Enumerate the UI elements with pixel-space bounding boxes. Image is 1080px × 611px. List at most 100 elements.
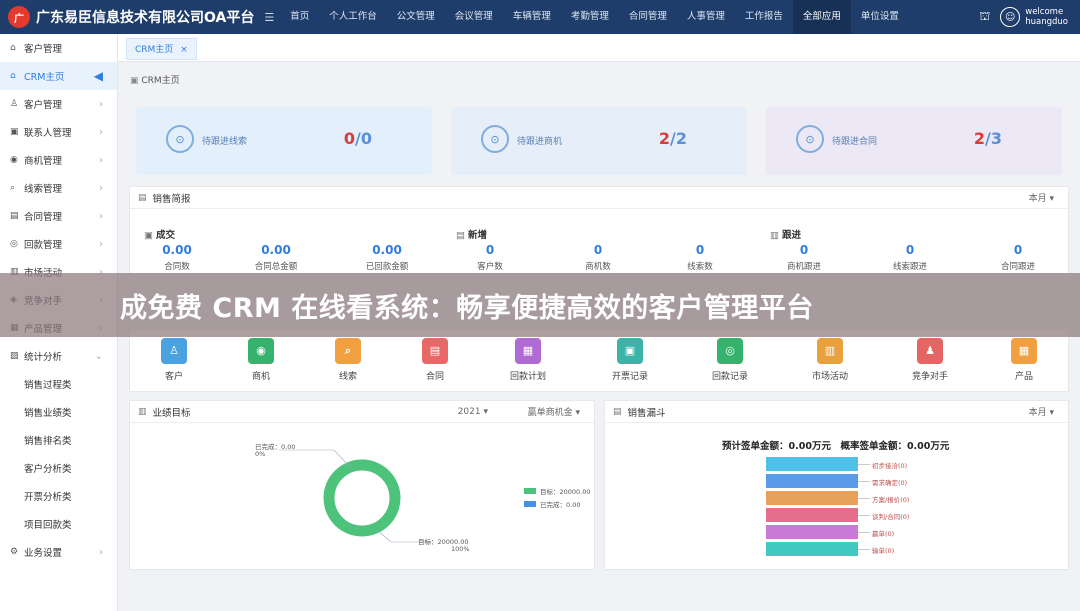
group-icon: ▣ [144,230,156,241]
brief-metric: 0 合同跟进 [968,243,1068,272]
quick-icon: ▥ [817,338,843,364]
brief-metric: 0 商机数 [548,243,648,272]
funnel-period-dropdown[interactable]: 本月 ▾ [1029,405,1054,418]
target-type-dropdown[interactable]: 赢单商机金 ▾ [528,405,580,418]
nav-item[interactable]: 工作报告 [735,0,793,34]
metric-label: 已回款金额 [365,262,409,272]
legend-target: 目标：20000.00 [524,486,591,496]
target-ring-chart [279,449,434,543]
nav-item[interactable]: 人事管理 [677,0,735,34]
chevron-right-icon: › [99,154,103,166]
quick-item[interactable]: ▦ 产品 [994,338,1054,382]
funnel-bar [766,508,858,522]
funnel-stage-label: 赢单(0) [872,530,895,538]
sidebar-item[interactable]: ▨ 统计分析 ⌄ [0,342,117,370]
stat-value-a: 2 [973,129,986,148]
sidebar-item[interactable]: ▣ 联系人管理 › [0,118,117,146]
sidebar-item[interactable]: 项目回款类 [0,510,117,538]
funnel-stage-label: 输单(0) [872,547,895,555]
nav-item[interactable]: 单位设置 [851,0,909,34]
quick-item[interactable]: ⌕ 线索 [318,338,378,382]
funnel-icon: ▤ [613,406,622,417]
sidebar-item[interactable]: 客户分析类 [0,454,117,482]
clue-icon: ⊙ [166,125,194,153]
quick-label: 产品 [1014,372,1033,382]
sidebar-item[interactable]: 销售过程类 [0,370,117,398]
quick-item[interactable]: ▥ 市场活动 [800,338,860,382]
year-dropdown[interactable]: 2021 ▾ [458,407,488,417]
chevron-right-icon: › [99,546,103,558]
quick-item[interactable]: ▣ 开票记录 [600,338,660,382]
quick-item[interactable]: ◉ 商机 [231,338,291,382]
chart-icon: ▨ [10,351,19,361]
quick-item[interactable]: ♙ 客户 [144,338,204,382]
quick-item[interactable]: ▤ 合同 [405,338,465,382]
people-icon: ♙ [10,99,19,109]
user-info[interactable]: welcome huangduo [1025,7,1068,27]
nav-item[interactable]: 全部应用 [792,0,851,34]
nav-item[interactable]: 首页 [280,0,319,34]
nav-item[interactable]: 车辆管理 [503,0,561,34]
quick-item[interactable]: ▦ 回款计划 [498,338,558,382]
crumb-icon: ▣ [130,76,139,86]
nav-item[interactable]: 合同管理 [619,0,677,34]
org-chart-icon[interactable]: ⛫ [979,9,990,25]
funnel-stage-label: 方案/报价(0) [872,496,910,504]
brief-metric: 0 客户数 [440,243,540,272]
tab-crm-home[interactable]: CRM主页 × [126,38,197,60]
nav-item[interactable]: 个人工作台 [319,0,387,34]
chevron-right-icon: › [99,126,103,138]
avatar[interactable]: ☺ [1000,7,1021,27]
sidebar-item[interactable]: ◎ 回款管理 › [0,230,117,258]
chevron-right-icon: › [99,182,103,194]
quick-label: 开票记录 [611,372,648,382]
sidebar-item[interactable]: ⚙ 业务设置 › [0,538,117,566]
quick-item[interactable]: ◎ 回款记录 [700,338,760,382]
menu-icon[interactable]: ☰ [264,11,274,24]
funnel-label-line [858,549,870,550]
sidebar-item-label: CRM主页 [24,72,65,83]
group-icon: ▤ [456,230,468,241]
sidebar-item[interactable]: ⌂ CRM主页 ◀ [0,62,117,90]
sidebar-item[interactable]: ⌂ 客户管理 [0,34,117,62]
metric-label: 合同数 [164,262,190,272]
ring-label-target-pct: 100% [451,545,470,553]
close-icon[interactable]: × [180,45,188,55]
quick-label: 市场活动 [811,372,848,382]
quick-icon: ◎ [717,338,743,364]
label-line-top [279,449,352,469]
metric-value: 0 [695,243,705,257]
stat-card[interactable]: ⊙ 待跟进合同 2/3 [766,107,1062,175]
sidebar-item[interactable]: 开票分析类 [0,482,117,510]
stat-label: 待跟进合同 [832,137,878,147]
nav-item[interactable]: 会议管理 [445,0,503,34]
stat-card[interactable]: ⊙ 待跟进商机 2/2 [451,107,747,175]
sidebar-item[interactable]: 销售业绩类 [0,398,117,426]
group-name: 跟进 [782,230,802,241]
period-dropdown[interactable]: 本月 ▾ [1029,191,1054,204]
funnel-bar [766,457,858,471]
stat-value-a: 2 [658,129,671,148]
quick-label: 线索 [338,372,357,382]
nav-item[interactable]: 公文管理 [387,0,445,34]
quick-label: 客户 [164,372,183,382]
stat-card[interactable]: ⊙ 待跟进线索 0/0 [136,107,432,175]
breadcrumb-text: CRM主页 [141,76,180,86]
sidebar-item[interactable]: 销售排名类 [0,426,117,454]
quick-item[interactable]: ♟ 竞争对手 [900,338,960,382]
funnel-title: 销售漏斗 [627,407,666,419]
funnel-label-line [858,498,870,499]
brief-metric: 0.00 合同数 [127,243,227,272]
sidebar-item[interactable]: ◉ 商机管理 › [0,146,117,174]
tab-bar: CRM主页 × [118,34,1080,62]
sidebar-item-label: 客户管理 [24,100,63,111]
quick-icon: ⌕ [335,338,361,364]
sidebar-item[interactable]: ⌕ 线索管理 › [0,174,117,202]
brief-title: 销售简报 [152,193,191,205]
sidebar-item-label: 客户分析类 [24,464,72,475]
nav-item[interactable]: 考勤管理 [561,0,619,34]
sidebar-item-label: 联系人管理 [24,128,72,139]
sidebar-item[interactable]: ♙ 客户管理 › [0,90,117,118]
sidebar-item[interactable]: ▤ 合同管理 › [0,202,117,230]
metric-label: 客户数 [477,262,503,272]
